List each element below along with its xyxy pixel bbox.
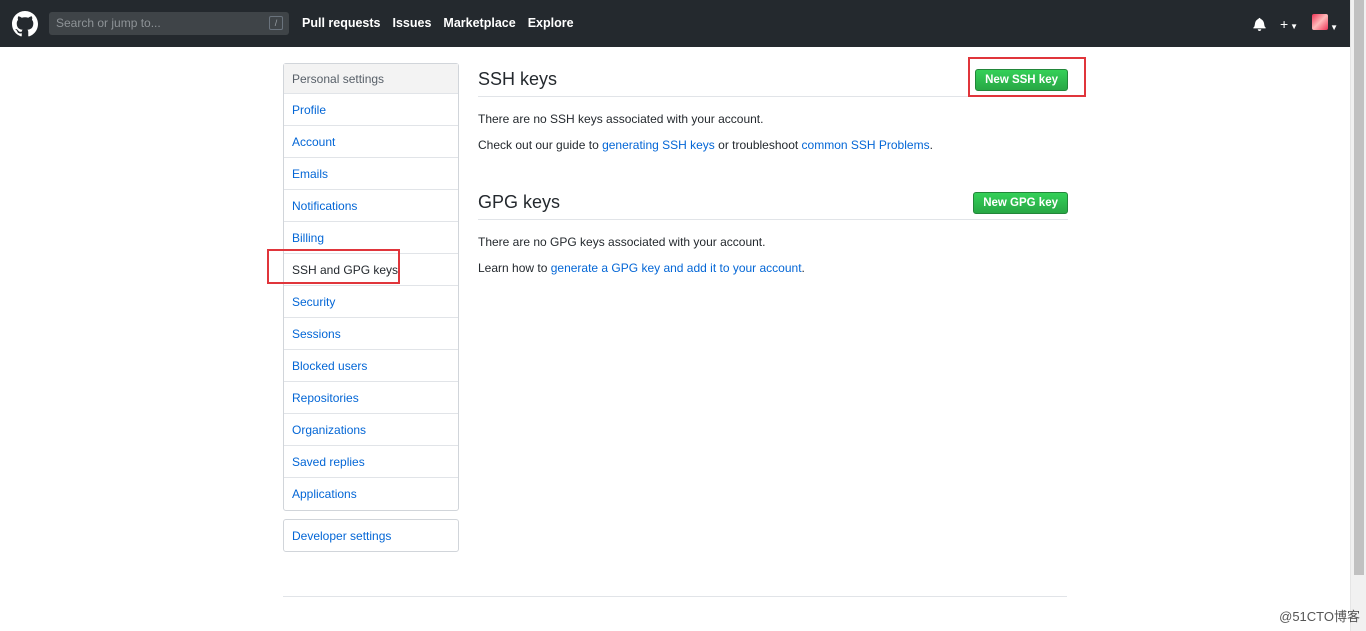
scrollbar-thumb[interactable] xyxy=(1354,0,1364,575)
main-nav: Pull requests Issues Marketplace Explore xyxy=(302,16,574,30)
nav-issues[interactable]: Issues xyxy=(393,16,432,30)
sidebar-item-developer-settings[interactable]: Developer settings xyxy=(283,519,459,552)
gpg-keys-header: GPG keys New GPG key xyxy=(478,186,1068,220)
search-shortcut-key: / xyxy=(269,16,283,30)
sidebar-item-emails[interactable]: Emails xyxy=(284,158,458,190)
sidebar-item-sessions[interactable]: Sessions xyxy=(284,318,458,350)
sidebar-item-saved-replies[interactable]: Saved replies xyxy=(284,446,458,478)
ssh-empty-message: There are no SSH keys associated with yo… xyxy=(478,112,764,126)
github-logo-icon[interactable] xyxy=(12,11,38,37)
create-new-menu[interactable]: + ▼ xyxy=(1280,16,1298,32)
nav-marketplace[interactable]: Marketplace xyxy=(443,16,515,30)
highlight-new-ssh-key xyxy=(968,57,1086,97)
bell-icon[interactable] xyxy=(1253,17,1266,31)
sidebar-item-notifications[interactable]: Notifications xyxy=(284,190,458,222)
generate-gpg-key-link[interactable]: generate a GPG key and add it to your ac… xyxy=(551,261,802,275)
avatar xyxy=(1312,14,1329,30)
ssh-guide-text: Check out our guide to generating SSH ke… xyxy=(478,138,1068,152)
sidebar-item-account[interactable]: Account xyxy=(284,126,458,158)
common-ssh-problems-link[interactable]: common SSH Problems xyxy=(802,138,930,152)
gpg-empty-message: There are no GPG keys associated with yo… xyxy=(478,235,766,249)
sidebar-item-security[interactable]: Security xyxy=(284,286,458,318)
ssh-guide-suffix: . xyxy=(929,138,933,152)
gpg-learn-prefix: Learn how to xyxy=(478,261,551,275)
gpg-learn-text: Learn how to generate a GPG key and add … xyxy=(478,261,1068,275)
watermark: @51CTO博客 xyxy=(1279,609,1360,624)
header-actions: + ▼ ▼ xyxy=(1253,14,1338,33)
gpg-learn-suffix: . xyxy=(801,261,805,275)
ssh-guide-mid: or troubleshoot xyxy=(714,138,802,152)
sidebar-title: Personal settings xyxy=(284,64,458,94)
search-placeholder: Search or jump to... xyxy=(56,16,161,30)
highlight-ssh-gpg-item xyxy=(267,249,400,284)
sidebar-item-blocked-users[interactable]: Blocked users xyxy=(284,350,458,382)
sidebar-item-organizations[interactable]: Organizations xyxy=(284,414,458,446)
chevron-down-icon: ▼ xyxy=(1290,21,1299,31)
user-menu[interactable]: ▼ xyxy=(1312,14,1338,33)
sidebar-item-repositories[interactable]: Repositories xyxy=(284,382,458,414)
sidebar-item-applications[interactable]: Applications xyxy=(284,478,458,510)
nav-explore[interactable]: Explore xyxy=(528,16,574,30)
nav-pull-requests[interactable]: Pull requests xyxy=(302,16,381,30)
search-input[interactable]: Search or jump to... / xyxy=(49,12,289,35)
scrollbar[interactable] xyxy=(1350,0,1366,631)
chevron-down-icon: ▼ xyxy=(1330,23,1338,32)
ssh-keys-title: SSH keys xyxy=(478,69,558,89)
ssh-guide-prefix: Check out our guide to xyxy=(478,138,603,152)
gpg-keys-title: GPG keys xyxy=(478,192,561,212)
plus-icon: + xyxy=(1279,15,1289,32)
top-header: Search or jump to... / Pull requests Iss… xyxy=(0,0,1350,47)
settings-sidebar: Personal settings Profile Account Emails… xyxy=(283,63,459,511)
sidebar-item-profile[interactable]: Profile xyxy=(284,94,458,126)
new-gpg-key-button[interactable]: New GPG key xyxy=(973,191,1068,214)
generating-ssh-keys-link[interactable]: generating SSH keys xyxy=(602,138,715,152)
footer-divider xyxy=(283,596,1067,597)
